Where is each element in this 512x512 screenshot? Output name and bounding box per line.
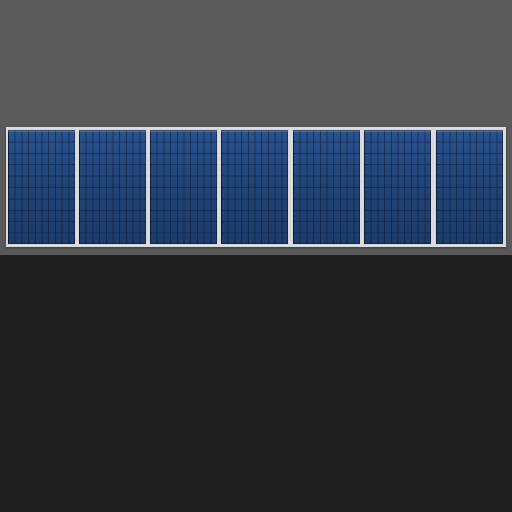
solar-panel	[364, 130, 431, 244]
solar-panel	[293, 130, 360, 244]
solar-panel	[221, 130, 288, 244]
solar-panel-array	[6, 127, 506, 247]
solar-panel	[79, 130, 146, 244]
dark-floor	[0, 255, 512, 512]
image-canvas	[0, 0, 512, 512]
solar-panel	[8, 130, 75, 244]
solar-panel	[150, 130, 217, 244]
solar-panel	[436, 130, 503, 244]
